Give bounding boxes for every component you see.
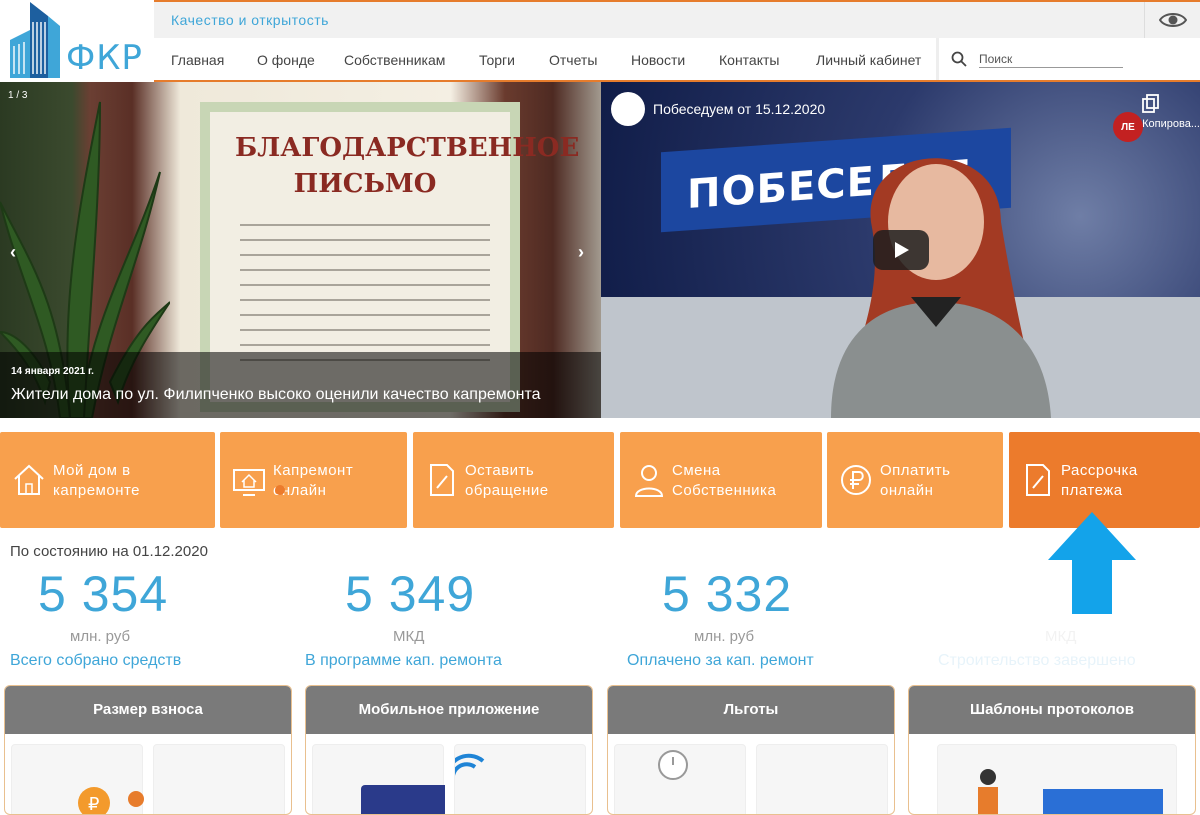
slide-date: 14 января 2021 г.: [11, 366, 94, 377]
tile-repair-online[interactable]: Капремонт онлайн: [220, 432, 407, 528]
logo-buildings-icon: [10, 2, 60, 78]
card-protocol-templates[interactable]: Шаблоны протоколов: [908, 685, 1196, 815]
card-title: Размер взноса: [5, 686, 291, 734]
stat-unit: млн. руб: [70, 628, 131, 645]
monitor-house-icon: [233, 469, 265, 496]
clock-icon: [658, 750, 688, 780]
card-image: [153, 744, 285, 814]
dot-indicator-icon: [275, 485, 285, 495]
arrow-up-icon: [1048, 512, 1136, 614]
logo[interactable]: ФКР: [0, 0, 152, 82]
tile-label: Рассрочка платежа: [1061, 461, 1138, 501]
stat-value: 5 332: [662, 566, 793, 622]
stat-value: 5 349: [345, 566, 476, 622]
nav-news[interactable]: Новости: [631, 52, 685, 68]
nav-contacts[interactable]: Контакты: [719, 52, 779, 68]
tile-label-line: Смена: [672, 462, 721, 479]
news-slider[interactable]: БЛАГОДАРСТВЕННОЕ ПИСЬМО 1 / 3 ‹ › 14 янв…: [0, 82, 601, 418]
tile-submit-request[interactable]: Оставить обращение: [413, 432, 614, 528]
topbar: Качество и открытость: [154, 0, 1200, 38]
nav-account[interactable]: Личный кабинет: [816, 52, 921, 68]
tile-label-line: Оплатить: [880, 462, 951, 479]
tile-label-line: Собственника: [672, 482, 777, 499]
card-image: [937, 744, 1177, 814]
card-contribution[interactable]: Размер взноса ₽: [4, 685, 292, 815]
card-image: [312, 744, 451, 814]
card-image: [444, 744, 586, 814]
laptop-icon: [361, 785, 451, 814]
logo-text: ФКР: [66, 38, 143, 78]
letter-title: БЛАГОДАРСТВЕННОЕ ПИСЬМО: [235, 133, 580, 199]
stats-date: По состоянию на 01.12.2020: [10, 543, 208, 560]
play-icon: [895, 242, 909, 258]
tile-pay-online[interactable]: Оплатить онлайн: [827, 432, 1003, 528]
chevron-right-icon[interactable]: ›: [578, 242, 584, 263]
tile-label-line: Капремонт: [273, 462, 354, 479]
stat-label[interactable]: Всего собрано средств: [10, 652, 181, 670]
stat-value: 5 354: [38, 566, 169, 622]
card-title: Льготы: [608, 686, 894, 734]
presenter-image: [831, 158, 1051, 418]
nav-tenders[interactable]: Торги: [479, 52, 515, 68]
slide-counter: 1 / 3: [8, 90, 28, 101]
nav-reports[interactable]: Отчеты: [549, 52, 597, 68]
slide-caption[interactable]: Жители дома по ул. Филипченко высоко оце…: [11, 386, 541, 404]
tile-label: Смена Собственника: [672, 461, 776, 501]
tile-label: Оставить обращение: [465, 461, 549, 501]
caption-overlay: [0, 352, 601, 418]
tile-label-line: обращение: [465, 482, 549, 499]
copy-link-label[interactable]: Копирова...: [1142, 118, 1200, 130]
tile-label-line: Рассрочка: [1061, 462, 1138, 479]
nav-about[interactable]: О фонде: [257, 52, 315, 68]
site-header: ФКР Качество и открытость Главная О фонд…: [0, 0, 1200, 82]
tile-label-line: Мой дом в: [53, 462, 131, 479]
tile-label-line: капремонте: [53, 482, 141, 499]
card-benefits[interactable]: Льготы: [607, 685, 895, 815]
document-pen-icon: [430, 464, 454, 496]
card-title: Шаблоны протоколов: [909, 686, 1195, 734]
nav-home[interactable]: Главная: [171, 52, 224, 68]
card-image: [614, 744, 746, 814]
eye-icon: [1158, 13, 1187, 27]
stat-unit: млн. руб: [694, 628, 755, 645]
search-box: [936, 38, 1200, 80]
card-image: ₽: [11, 744, 144, 815]
stat-label[interactable]: Оплачено за кап. ремонт: [627, 652, 814, 670]
main-nav: Главная О фонде Собственникам Торги Отче…: [154, 38, 1200, 82]
tile-label: Мой дом в капремонте: [53, 461, 140, 501]
ruble-coin-icon: [841, 465, 871, 495]
topbar-title[interactable]: Качество и открытость: [171, 12, 329, 28]
tile-my-house[interactable]: Мой дом в капремонте: [0, 432, 215, 528]
channel-avatar[interactable]: [611, 92, 645, 126]
wifi-icon: [444, 753, 485, 782]
search-icon[interactable]: [951, 51, 967, 67]
card-title: Мобильное приложение: [306, 686, 592, 734]
video-player[interactable]: ПОБЕСЕДУЕ ЛЕ Побеседуем от 15.12.2020 Ко…: [601, 82, 1200, 418]
chevron-left-icon[interactable]: ‹: [10, 242, 16, 263]
stat-unit: МКД: [393, 628, 425, 645]
tile-label: Оплатить онлайн: [880, 461, 951, 501]
accessibility-button[interactable]: [1144, 2, 1200, 38]
tile-label-line: платежа: [1061, 482, 1123, 499]
people-illustration-icon: [978, 769, 1163, 814]
search-input[interactable]: [979, 50, 1123, 68]
house-icon: [14, 464, 44, 495]
nav-owners[interactable]: Собственникам: [344, 52, 445, 68]
document-pen-icon: [1026, 464, 1050, 496]
tile-change-owner[interactable]: Смена Собственника: [620, 432, 822, 528]
person-icon: [634, 465, 664, 497]
stat-unit: МКД: [1045, 628, 1077, 645]
stat-label[interactable]: В программе кап. ремонта: [305, 652, 502, 670]
stat-label[interactable]: Строительство завершено: [938, 652, 1136, 670]
play-button[interactable]: [873, 230, 929, 270]
tv-channel-logo: ЛЕ: [1113, 112, 1143, 142]
ruble-coin-icon: ₽: [78, 787, 144, 815]
video-title[interactable]: Побеседуем от 15.12.2020: [653, 101, 825, 117]
card-image: [756, 744, 888, 814]
tile-label-line: онлайн: [880, 482, 934, 499]
card-mobile-app[interactable]: Мобильное приложение: [305, 685, 593, 815]
tile-label-line: Оставить: [465, 462, 535, 479]
copy-link-icon[interactable]: [1142, 94, 1160, 114]
svg-text:₽: ₽: [88, 794, 99, 815]
